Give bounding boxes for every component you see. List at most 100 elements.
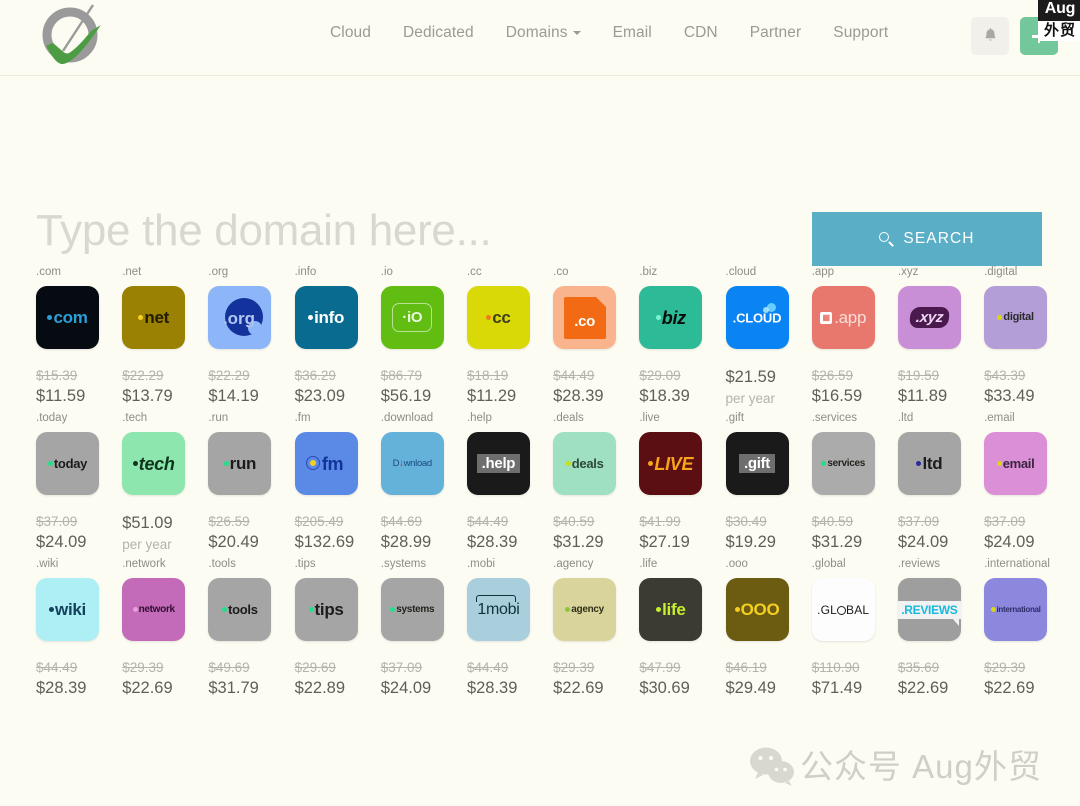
tld-logo-tile[interactable]: com <box>36 286 99 349</box>
tld-price-current: $28.39 <box>553 385 639 407</box>
tld-card-global[interactable]: .global.GLBAL$110.90$71.49 <box>812 558 898 699</box>
tld-card-biz[interactable]: .bizbiz$29.09$18.39 <box>639 266 725 410</box>
tld-logo-tile[interactable]: network <box>122 578 185 641</box>
tld-card-org[interactable]: .org .org .org $22.29$14.19 <box>208 266 294 410</box>
tld-name: .io <box>381 266 467 280</box>
tld-card-fm[interactable]: .fm fm$205.49$132.69 <box>295 412 381 556</box>
tld-logo-tile[interactable]: fm <box>295 432 358 495</box>
tld-logo-tile[interactable]: agency <box>553 578 616 641</box>
tld-logo-tile[interactable]: .xyz <box>898 286 961 349</box>
site-logo[interactable] <box>32 2 110 74</box>
tld-card-tools[interactable]: .toolstools$49.69$31.79 <box>208 558 294 699</box>
nav-item-dedicated[interactable]: Dedicated <box>387 24 490 42</box>
tld-logo-tile[interactable]: 1mobi <box>467 578 530 641</box>
tld-logo-tile[interactable]: tech <box>122 432 185 495</box>
tile-dot <box>566 461 571 466</box>
tile-text: digital <box>1003 312 1033 323</box>
tld-card-tips[interactable]: .tipstips$29.69$22.89 <box>295 558 381 699</box>
tld-card-today[interactable]: .todaytoday$37.09$24.09 <box>36 412 122 556</box>
search-button[interactable]: SEARCH <box>812 212 1042 266</box>
tld-card-gift[interactable]: .gift .gift$30.49$19.29 <box>726 412 812 556</box>
tld-pricing: $26.59$16.59 <box>812 366 898 407</box>
tld-card-wiki[interactable]: .wikiwiki$44.49$28.39 <box>36 558 122 699</box>
tld-card-ooo[interactable]: .oooOOO$46.19$29.49 <box>726 558 812 699</box>
tld-card-xyz[interactable]: .xyz .xyz$19.59$11.89 <box>898 266 984 410</box>
nav-item-cdn[interactable]: CDN <box>668 24 734 42</box>
tld-logo-tile[interactable]: .REVIEWS <box>898 578 961 641</box>
tld-card-run[interactable]: .runrun$26.59$20.49 <box>208 412 294 556</box>
nav-item-email[interactable]: Email <box>597 24 668 42</box>
tld-pricing: $30.49$19.29 <box>726 512 812 553</box>
tld-price-current: $23.09 <box>295 385 381 407</box>
tld-card-network[interactable]: .networknetwork$29.39$22.69 <box>122 558 208 699</box>
tld-price-original: $22.29 <box>122 366 208 385</box>
nav-item-support[interactable]: Support <box>817 24 904 42</box>
tld-logo-tile[interactable]: life <box>639 578 702 641</box>
tld-pricing: $86.79$56.19 <box>381 366 467 407</box>
tld-logo-tile[interactable]: email <box>984 432 1047 495</box>
tld-card-international[interactable]: .internationalinternational$29.39$22.69 <box>984 558 1070 699</box>
tld-card-download[interactable]: .download D↓wnload$44.69$28.99 <box>381 412 467 556</box>
tld-pricing: $22.29$13.79 <box>122 366 208 407</box>
tld-card-agency[interactable]: .agencyagency$29.39$22.69 <box>553 558 639 699</box>
tld-logo-tile[interactable]: biz <box>639 286 702 349</box>
tld-logo-tile[interactable]: .gift <box>726 432 789 495</box>
tld-card-mobi[interactable]: .mobi 1mobi$44.49$28.39 <box>467 558 553 699</box>
tld-pricing: $44.49$28.39 <box>36 658 122 699</box>
tld-logo-tile[interactable]: ▦ .app <box>812 286 875 349</box>
tld-card-help[interactable]: .help .help$44.49$28.39 <box>467 412 553 556</box>
notifications-button[interactable] <box>971 17 1009 55</box>
nav-item-partner[interactable]: Partner <box>734 24 818 42</box>
tld-card-cloud[interactable]: .cloud .CLOUD$21.59per year <box>726 266 812 410</box>
tld-card-info[interactable]: .infoinfo$36.29$23.09 <box>295 266 381 410</box>
tld-card-deals[interactable]: .dealsdeals$40.59$31.29 <box>553 412 639 556</box>
tld-logo-tile[interactable]: systems <box>381 578 444 641</box>
tld-logo-tile[interactable]: services <box>812 432 875 495</box>
tld-logo-tile[interactable]: international <box>984 578 1047 641</box>
tld-price-original: $29.09 <box>639 366 725 385</box>
tld-logo-tile[interactable]: net <box>122 286 185 349</box>
tld-card-systems[interactable]: .systemssystems$37.09$24.09 <box>381 558 467 699</box>
nav-item-domains[interactable]: Domains <box>490 24 597 42</box>
search-input[interactable] <box>36 206 776 256</box>
tld-card-email[interactable]: .emailemail$37.09$24.09 <box>984 412 1070 556</box>
tld-card-app[interactable]: .app ▦ .app$26.59$16.59 <box>812 266 898 410</box>
tile-text: .help <box>482 456 516 471</box>
tld-logo-tile[interactable]: .org .org <box>208 286 271 349</box>
tld-card-ltd[interactable]: .ltdltd$37.09$24.09 <box>898 412 984 556</box>
tld-logo-tile[interactable]: .help <box>467 432 530 495</box>
tld-logo-tile[interactable]: digital <box>984 286 1047 349</box>
tld-logo-tile[interactable]: tools <box>208 578 271 641</box>
tld-logo-tile[interactable]: ·iO <box>381 286 444 349</box>
tld-name: .agency <box>553 558 639 572</box>
tld-card-io[interactable]: .io ·iO $86.79$56.19 <box>381 266 467 410</box>
tld-logo-tile[interactable]: LIVE <box>639 432 702 495</box>
tld-logo-tile[interactable]: run <box>208 432 271 495</box>
tld-logo-tile[interactable]: deals <box>553 432 616 495</box>
tld-card-reviews[interactable]: .reviews .REVIEWS$35.69$22.69 <box>898 558 984 699</box>
tld-card-digital[interactable]: .digitaldigital$43.39$33.49 <box>984 266 1070 410</box>
tld-logo-tile[interactable]: .CLOUD <box>726 286 789 349</box>
tld-card-live[interactable]: .liveLIVE$41.99$27.19 <box>639 412 725 556</box>
tld-logo-tile[interactable]: OOO <box>726 578 789 641</box>
tld-logo-tile[interactable]: cc <box>467 286 530 349</box>
tld-logo-tile[interactable]: ltd <box>898 432 961 495</box>
tld-logo-tile[interactable]: tips <box>295 578 358 641</box>
tld-logo-tile[interactable]: today <box>36 432 99 495</box>
tld-logo-tile[interactable]: D↓wnload <box>381 432 444 495</box>
tld-card-cc[interactable]: .cccc$18.19$11.29 <box>467 266 553 410</box>
tld-logo-tile[interactable]: .GLBAL <box>812 578 875 641</box>
tld-card-services[interactable]: .servicesservices$40.59$31.29 <box>812 412 898 556</box>
tld-card-life[interactable]: .lifelife$47.99$30.69 <box>639 558 725 699</box>
tld-card-net[interactable]: .netnet$22.29$13.79 <box>122 266 208 410</box>
tld-card-com[interactable]: .comcom$15.39$11.59 <box>36 266 122 410</box>
tld-logo-tile[interactable]: info <box>295 286 358 349</box>
tld-logo-tile[interactable]: wiki <box>36 578 99 641</box>
tld-price-current: $31.29 <box>812 531 898 553</box>
nav-item-cloud[interactable]: Cloud <box>330 24 387 42</box>
tld-price-original: $26.59 <box>208 512 294 531</box>
tld-card-co[interactable]: .co .co$44.49$28.39 <box>553 266 639 410</box>
tld-card-tech[interactable]: .techtech$51.09per year <box>122 412 208 556</box>
tld-logo-tile[interactable]: .co <box>553 286 616 349</box>
tile-text: international <box>997 606 1041 614</box>
